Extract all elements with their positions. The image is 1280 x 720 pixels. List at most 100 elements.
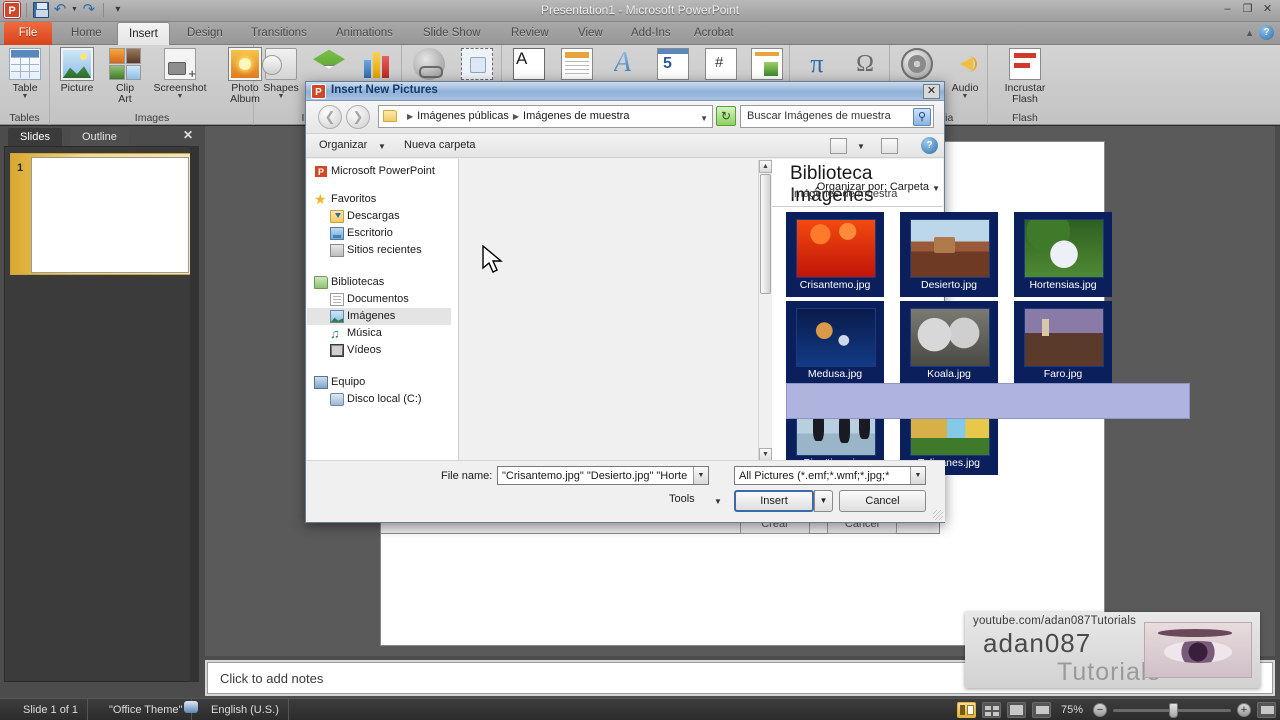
tree-item-microsoft-powerpoint[interactable]: P Microsoft PowerPoint — [307, 163, 451, 180]
reading-view-button[interactable] — [1006, 702, 1026, 718]
tab-insert[interactable]: Insert — [117, 22, 170, 45]
slide-panel-scrollbar[interactable] — [190, 146, 199, 682]
tree-item-descargas[interactable]: Descargas — [307, 208, 451, 225]
tree-item-escritorio[interactable]: Escritorio — [307, 225, 451, 242]
tree-item-imagenes[interactable]: Imágenes — [307, 308, 451, 325]
new-folder-button[interactable]: Nueva carpeta — [404, 139, 476, 151]
chevron-down-icon[interactable]: ▼ — [700, 114, 708, 123]
search-icon[interactable]: ⚲ — [913, 108, 931, 126]
file-name-input[interactable]: "Crisantemo.jpg" "Desierto.jpg" "Horte ▼ — [497, 466, 709, 485]
ribbon-button-picture[interactable]: Picture — [51, 48, 103, 94]
forward-button[interactable]: ❯ — [346, 105, 370, 129]
file-item-faro[interactable]: Faro.jpg — [1014, 301, 1112, 386]
tree-item-label: Escritorio — [347, 227, 393, 239]
chevron-down-icon[interactable]: ▼ — [910, 467, 925, 484]
zoom-slider[interactable] — [1113, 702, 1231, 718]
slide-thumbnail-list[interactable]: 1 — [4, 146, 199, 682]
tree-item-equipo[interactable]: Equipo — [307, 374, 451, 391]
ribbon-button-table[interactable]: Table ▼ — [0, 48, 51, 100]
tree-item-videos[interactable]: Vídeos — [307, 342, 451, 359]
slide-show-button[interactable] — [1031, 702, 1051, 718]
refresh-icon[interactable]: ↻ — [716, 106, 736, 126]
flash-icon — [1009, 48, 1041, 80]
ribbon-button-audio[interactable]: Audio ▼ — [939, 48, 991, 100]
tab-slide-show[interactable]: Slide Show — [412, 22, 492, 45]
search-input[interactable]: Buscar Imágenes de muestra ⚲ — [740, 105, 934, 128]
help-icon[interactable]: ? — [921, 137, 938, 154]
chevron-down-icon[interactable]: ▼ — [932, 184, 940, 193]
ribbon-group-flash: Incrustar Flash Flash — [989, 45, 1061, 125]
zoom-in-button[interactable]: + — [1237, 703, 1251, 717]
normal-view-button[interactable] — [956, 702, 976, 718]
file-list[interactable]: Crisantemo.jpg Desierto.jpg Hortensias.j… — [772, 207, 1190, 475]
file-item-crisantemo[interactable]: Crisantemo.jpg — [786, 212, 884, 297]
back-button[interactable]: ❮ — [318, 105, 342, 129]
close-button[interactable]: ✕ — [1259, 2, 1276, 17]
address-bar[interactable]: ▶ Imágenes públicas ▶ Imágenes de muestr… — [378, 105, 713, 128]
chevron-down-icon[interactable]: ▼ — [857, 142, 865, 151]
ribbon-button-shapes[interactable]: Shapes ▼ — [255, 48, 307, 100]
insert-dropdown-button[interactable]: ▼ — [814, 490, 833, 512]
tab-design[interactable]: Design — [176, 22, 234, 45]
chevron-down-icon[interactable]: ▼ — [147, 93, 213, 100]
scroll-up-icon[interactable]: ▲ — [759, 160, 772, 173]
slide-sorter-view-button[interactable] — [981, 702, 1001, 718]
language-label[interactable]: English (U.S.) — [202, 699, 289, 720]
tab-file[interactable]: File — [4, 22, 52, 45]
file-type-select[interactable]: All Pictures (*.emf;*.wmf;*.jpg;* ▼ — [734, 466, 926, 485]
chevron-down-icon[interactable]: ▼ — [0, 93, 51, 100]
ribbon-button-screenshot[interactable]: Screenshot ▼ — [147, 48, 213, 100]
table-icon — [9, 48, 41, 80]
tools-button[interactable]: Tools — [669, 493, 695, 505]
file-item-hortensias[interactable]: Hortensias.jpg — [1014, 212, 1112, 297]
file-item-koala[interactable]: Koala.jpg — [900, 301, 998, 386]
tree-item-favoritos[interactable]: ★ Favoritos — [307, 191, 451, 208]
tab-slides[interactable]: Slides — [8, 128, 62, 146]
tab-animations[interactable]: Animations — [325, 22, 404, 45]
tree-item-musica[interactable]: ♫ Música — [307, 325, 451, 342]
tab-review[interactable]: Review — [500, 22, 560, 45]
chevron-down-icon[interactable]: ▼ — [255, 93, 307, 100]
navigation-tree-scrollbar[interactable]: ▲ ▼ — [758, 160, 772, 461]
tree-item-disco-local[interactable]: Disco local (C:) — [307, 391, 451, 408]
chevron-up-icon[interactable]: ▲ — [1245, 28, 1254, 38]
tree-item-documentos[interactable]: Documentos — [307, 291, 451, 308]
preview-pane-icon[interactable] — [881, 138, 898, 154]
watermark-name: adan087 — [983, 628, 1092, 658]
arrange-by-value[interactable]: Carpeta — [890, 181, 929, 193]
close-icon[interactable]: ✕ — [183, 128, 193, 142]
insert-button[interactable]: Insert — [734, 490, 814, 512]
tab-add-ins[interactable]: Add-Ins — [620, 22, 682, 45]
slide-thumbnail-1[interactable]: 1 — [10, 153, 192, 275]
minimize-button[interactable]: – — [1219, 2, 1236, 17]
breadcrumb-item-1[interactable]: Imágenes de muestra — [523, 110, 629, 122]
resize-grip-icon[interactable] — [933, 510, 943, 520]
tab-acrobat[interactable]: Acrobat — [683, 22, 745, 45]
scrollbar-thumb[interactable] — [760, 174, 771, 294]
chevron-down-icon[interactable]: ▼ — [714, 497, 722, 506]
file-item-desierto[interactable]: Desierto.jpg — [900, 212, 998, 297]
fit-slide-button[interactable] — [1257, 702, 1276, 718]
tab-outline[interactable]: Outline — [70, 128, 129, 146]
chevron-down-icon[interactable]: ▼ — [378, 142, 386, 151]
tab-transitions[interactable]: Transitions — [240, 22, 318, 45]
zoom-slider-handle[interactable] — [1169, 702, 1178, 718]
file-item-medusa[interactable]: Medusa.jpg — [786, 301, 884, 386]
tab-home[interactable]: Home — [60, 22, 113, 45]
chevron-down-icon[interactable]: ▼ — [693, 467, 708, 484]
tree-item-sitios-recientes[interactable]: Sitios recientes — [307, 242, 451, 259]
restore-button[interactable]: ❐ — [1239, 2, 1256, 17]
tree-item-label: Descargas — [347, 210, 400, 222]
cancel-button[interactable]: Cancel — [839, 490, 926, 512]
close-icon[interactable]: ✕ — [923, 84, 940, 99]
help-icon[interactable]: ? — [1259, 25, 1274, 40]
tree-item-bibliotecas[interactable]: Bibliotecas — [307, 274, 451, 291]
ribbon-button-incrustar-flash[interactable]: Incrustar Flash — [999, 48, 1051, 105]
ribbon-button-clip-art[interactable]: Clip Art — [99, 48, 151, 105]
chevron-down-icon[interactable]: ▼ — [939, 93, 991, 100]
tab-view[interactable]: View — [567, 22, 614, 45]
breadcrumb-item-0[interactable]: Imágenes públicas — [417, 110, 509, 122]
zoom-out-button[interactable]: − — [1093, 703, 1107, 717]
change-view-icon[interactable] — [830, 138, 847, 154]
organize-button[interactable]: Organizar — [319, 139, 367, 151]
